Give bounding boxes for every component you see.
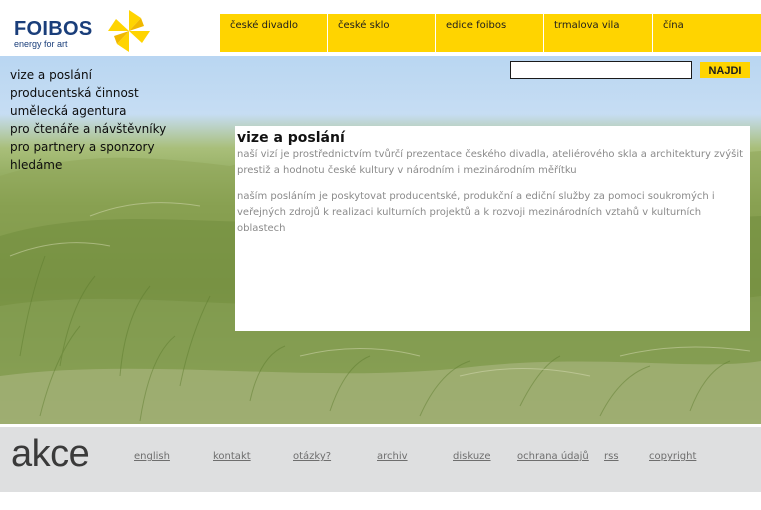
topnav-trmalova-vila[interactable]: trmalova vila xyxy=(544,14,653,52)
sidenav-pro-partnery[interactable]: pro partnery a sponzory xyxy=(10,138,166,156)
sidenav-vize-a-poslani[interactable]: vize a poslání xyxy=(10,66,166,84)
top-navigation: české divadlo české sklo edice foibos tr… xyxy=(220,14,761,52)
pinwheel-icon xyxy=(108,10,150,52)
foibos-logo[interactable]: FOIBOS energy for art xyxy=(12,8,162,54)
footer-akce-heading[interactable]: akce xyxy=(11,433,90,476)
logo-wordmark: FOIBOS xyxy=(14,18,93,40)
sidenav-hledame[interactable]: hledáme xyxy=(10,156,166,174)
sidenav-umelecka-agentura[interactable]: umělecká agentura xyxy=(10,102,166,120)
footer-link-kontakt[interactable]: kontakt xyxy=(213,451,251,462)
search-input[interactable] xyxy=(510,61,692,79)
content-paragraph-vision: naší vizí je prostřednictvím tvůrčí prez… xyxy=(237,149,744,176)
hero-background: vize a poslání producentská činnost uměl… xyxy=(0,56,761,424)
sidenav-producentska-cinnost[interactable]: producentská činnost xyxy=(10,84,166,102)
content-title: vize a poslání xyxy=(237,130,345,146)
topnav-ceske-sklo[interactable]: české sklo xyxy=(328,14,436,52)
footer-link-diskuze[interactable]: diskuze xyxy=(453,451,491,462)
topnav-edice-foibos[interactable]: edice foibos xyxy=(436,14,544,52)
footer-link-english[interactable]: english xyxy=(134,451,170,462)
footer-link-ochrana-udaju[interactable]: ochrana údajů xyxy=(517,451,589,462)
sidenav-pro-ctenare[interactable]: pro čtenáře a návštěvníky xyxy=(10,120,166,138)
content-panel: vize a poslání naší vizí je prostřednict… xyxy=(235,126,750,331)
search-button[interactable]: NAJDI xyxy=(700,62,750,78)
footer-link-rss[interactable]: rss xyxy=(604,451,619,462)
header: FOIBOS energy for art české divadlo česk… xyxy=(0,0,761,56)
logo-tagline: energy for art xyxy=(14,39,68,49)
footer: akce english kontakt otázky? archiv disk… xyxy=(0,424,761,492)
side-navigation: vize a poslání producentská činnost uměl… xyxy=(10,66,166,174)
footer-link-otazky[interactable]: otázky? xyxy=(293,451,331,462)
content-paragraph-mission: naším posláním je poskytovat producentsk… xyxy=(237,191,715,234)
footer-link-archiv[interactable]: archiv xyxy=(377,451,408,462)
topnav-cina[interactable]: čína xyxy=(653,14,761,52)
footer-link-copyright[interactable]: copyright xyxy=(649,451,696,462)
topnav-ceske-divadlo[interactable]: české divadlo xyxy=(220,14,328,52)
